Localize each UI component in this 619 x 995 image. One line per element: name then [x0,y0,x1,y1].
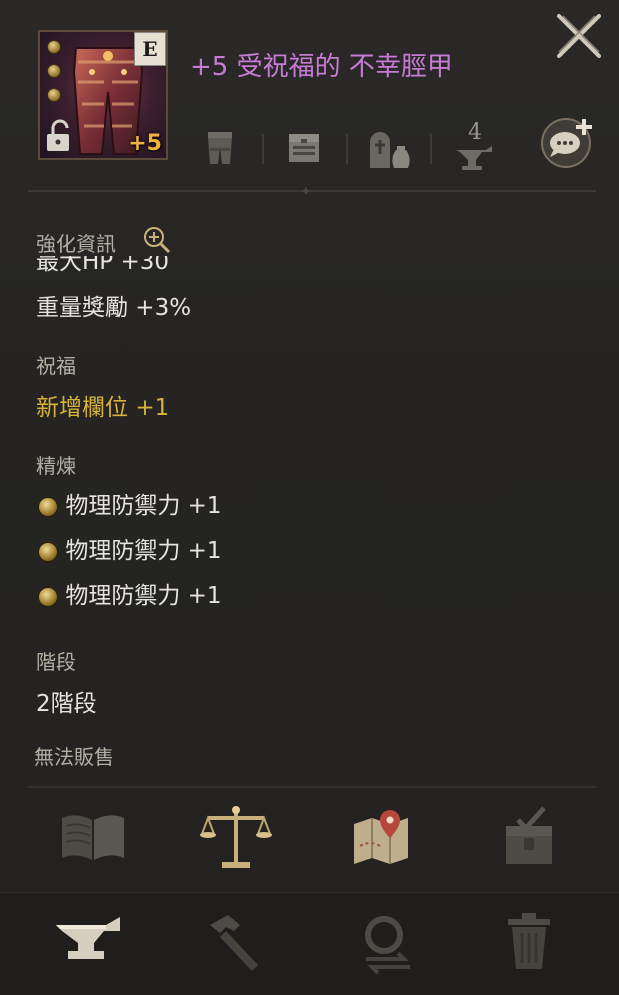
anvil-icon[interactable] [454,146,494,172]
blessing-stat: 新增欄位 +1 [36,388,169,422]
gem-icon [38,541,58,562]
socket-gem-icon [47,64,61,78]
trash-icon[interactable] [504,911,554,973]
unsellable-label: 無法販售 [34,745,114,769]
socket-gem-icon [47,88,61,102]
scales-icon[interactable] [200,804,272,870]
storage-chest-icon[interactable] [286,128,322,168]
enhance-level: +5 [128,131,162,156]
refine-item: 物理防禦力 +1 [38,576,222,610]
book-icon[interactable] [58,810,128,866]
hammer-icon[interactable] [204,911,268,973]
enhancement-stat: 重量獎勵 +3% [36,295,192,321]
footer-bar [0,892,619,995]
tier-title: 階段 [36,650,76,674]
blessing-stat-value: +1 [135,395,170,421]
item-name: +5 受祝福的 不幸脛甲 [190,52,453,82]
equip-slot-leg-icon[interactable] [202,128,238,168]
unlock-icon[interactable] [44,118,74,154]
socket-gem-icon [47,40,61,54]
item-icon[interactable]: E +5 [38,30,168,160]
enhancement-title: 強化資訊 [36,232,116,256]
chat-add-icon[interactable] [538,115,598,169]
enhancement-stat-partial: 最大HP +30 [36,256,170,275]
bottom-divider [28,786,596,788]
refine-title: 精煉 [36,454,76,478]
magnifier-swap-icon[interactable] [356,911,420,975]
gem-icon [38,586,58,607]
item-action-row [0,800,619,880]
header-divider [28,190,596,192]
grave-money-bag-icon[interactable] [366,128,412,172]
item-toolbar: 4 [190,120,510,180]
durability-value: 4 [468,120,482,145]
refine-item: 物理防禦力 +1 [38,486,222,520]
item-tooltip-panel: E +5 +5 受祝福的 不幸脛甲 4 ✦ 強化資訊 最大HP +30 重量獎勵… [0,0,619,995]
blessing-title: 祝福 [36,354,76,378]
blessing-stat-label: 新增欄位 [36,395,128,421]
map-pin-icon[interactable] [350,806,420,868]
refine-item: 物理防禦力 +1 [38,531,222,565]
grade-badge: E [134,32,166,66]
zoom-in-icon[interactable] [142,225,172,255]
anvil-icon[interactable] [52,911,130,971]
chest-check-icon[interactable] [500,806,560,868]
socket-list [47,40,61,112]
close-icon[interactable] [553,10,605,62]
tier-value: 2階段 [36,691,97,717]
gem-icon [38,496,58,517]
divider-ornament: ✦ [300,184,312,200]
